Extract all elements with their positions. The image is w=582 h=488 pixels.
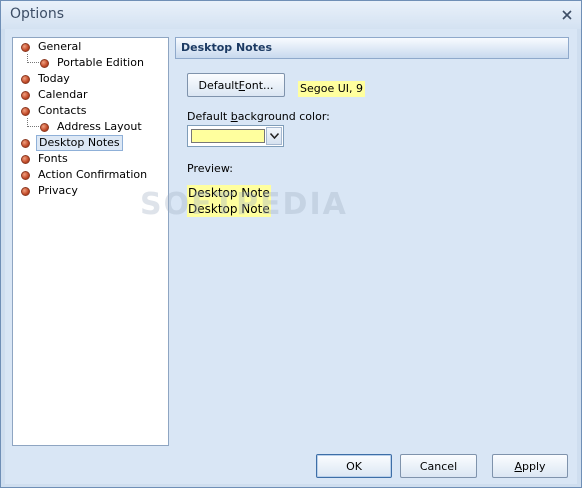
tree-item-portable-edition[interactable]: Portable Edition: [40, 55, 146, 71]
current-font-label: Segoe UI, 9: [298, 81, 366, 97]
bullet-icon: [40, 122, 49, 132]
tree-connector: [27, 54, 39, 63]
dropdown-button[interactable]: [266, 127, 282, 145]
panel-title: Desktop Notes: [181, 41, 273, 54]
options-window: Options General Portable Edition Today C…: [0, 0, 582, 488]
bullet-icon: [40, 58, 49, 68]
tree-item-desktop-notes[interactable]: Desktop Notes: [21, 135, 123, 151]
default-font-button[interactable]: Default Font...: [187, 73, 285, 97]
close-icon: [562, 10, 572, 20]
apply-button[interactable]: Apply: [492, 454, 568, 478]
bullet-icon: [21, 90, 30, 100]
bullet-icon: [21, 186, 30, 196]
bullet-icon: [21, 170, 30, 180]
tree-item-fonts[interactable]: Fonts: [21, 151, 70, 167]
tree-connector: [27, 118, 39, 127]
bullet-icon: [21, 106, 30, 116]
window-title: Options: [10, 6, 65, 22]
tree-item-contacts[interactable]: Contacts: [21, 103, 89, 119]
tree-item-address-layout[interactable]: Address Layout: [40, 119, 144, 135]
bullet-icon: [21, 138, 30, 148]
cancel-button[interactable]: Cancel: [400, 454, 477, 478]
dialog-body: General Portable Edition Today Calendar …: [5, 29, 577, 484]
tree-item-privacy[interactable]: Privacy: [21, 183, 80, 199]
bg-color-select[interactable]: [187, 125, 284, 147]
watermark: SOFTPEDIA: [140, 187, 348, 222]
color-swatch: [191, 129, 265, 143]
bullet-icon: [21, 74, 30, 84]
bullet-icon: [21, 154, 30, 164]
category-tree[interactable]: General Portable Edition Today Calendar …: [12, 37, 169, 446]
tree-item-general[interactable]: General: [21, 39, 83, 55]
bg-color-label: Default background color:: [187, 110, 330, 123]
bullet-icon: [21, 42, 30, 52]
ok-button[interactable]: OK: [316, 454, 392, 478]
panel-header: Desktop Notes: [175, 37, 569, 59]
chevron-down-icon: [269, 133, 279, 139]
tree-item-action-confirmation[interactable]: Action Confirmation: [21, 167, 149, 183]
close-button[interactable]: [559, 7, 575, 23]
tree-item-calendar[interactable]: Calendar: [21, 87, 89, 103]
tree-item-today[interactable]: Today: [21, 71, 72, 87]
title-bar[interactable]: Options: [1, 1, 581, 29]
preview-label: Preview:: [187, 162, 233, 175]
